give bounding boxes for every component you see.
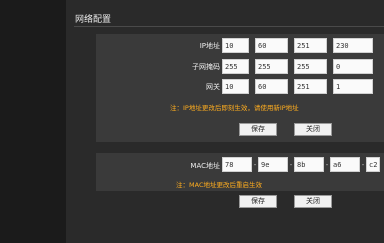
ip-change-note: 注：IP地址更改后即刻生效，请使用新IP地址 <box>170 104 299 112</box>
mac-address-input: 78 - 9e - 8b - a6 - c2 <box>222 157 380 172</box>
mac-part-2[interactable]: 9e <box>258 157 288 172</box>
gateway-input: 10 60 251 1 <box>222 79 373 94</box>
network-close-button[interactable]: 关闭 <box>294 123 332 136</box>
subnet-mask-label: 子网掩码 <box>192 63 220 71</box>
mask-octet-2[interactable]: 255 <box>255 59 288 74</box>
ip-octet-2[interactable]: 60 <box>255 38 288 53</box>
gateway-octet-4[interactable]: 1 <box>333 79 373 94</box>
ip-octet-3[interactable]: 251 <box>294 38 327 53</box>
mac-part-5[interactable]: c2 <box>366 157 380 172</box>
ip-octet-4[interactable]: 230 <box>333 38 373 53</box>
gateway-octet-3[interactable]: 251 <box>294 79 327 94</box>
network-save-button[interactable]: 保存 <box>239 123 277 136</box>
gateway-label: 网关 <box>206 83 220 91</box>
mask-octet-3[interactable]: 255 <box>294 59 327 74</box>
ip-label: IP地址 <box>199 42 220 50</box>
mac-save-button[interactable]: 保存 <box>239 195 277 208</box>
ip-address-input: 10 60 251 230 <box>222 38 373 53</box>
mac-part-3[interactable]: 8b <box>294 157 324 172</box>
mask-octet-4[interactable]: 0 <box>333 59 373 74</box>
mac-change-note: 注：MAC地址更改后重启生效 <box>176 181 262 189</box>
section-title: 网络配置 <box>75 15 112 25</box>
subnet-mask-input: 255 255 255 0 <box>222 59 373 74</box>
mac-label: MAC地址 <box>190 162 220 170</box>
gateway-octet-1[interactable]: 10 <box>222 79 249 94</box>
mac-close-button[interactable]: 关闭 <box>294 195 332 208</box>
gateway-octet-2[interactable]: 60 <box>255 79 288 94</box>
mac-part-1[interactable]: 78 <box>222 157 252 172</box>
mask-octet-1[interactable]: 255 <box>222 59 249 74</box>
ip-octet-1[interactable]: 10 <box>222 38 249 53</box>
title-divider <box>74 26 384 27</box>
mac-part-4[interactable]: a6 <box>330 157 360 172</box>
